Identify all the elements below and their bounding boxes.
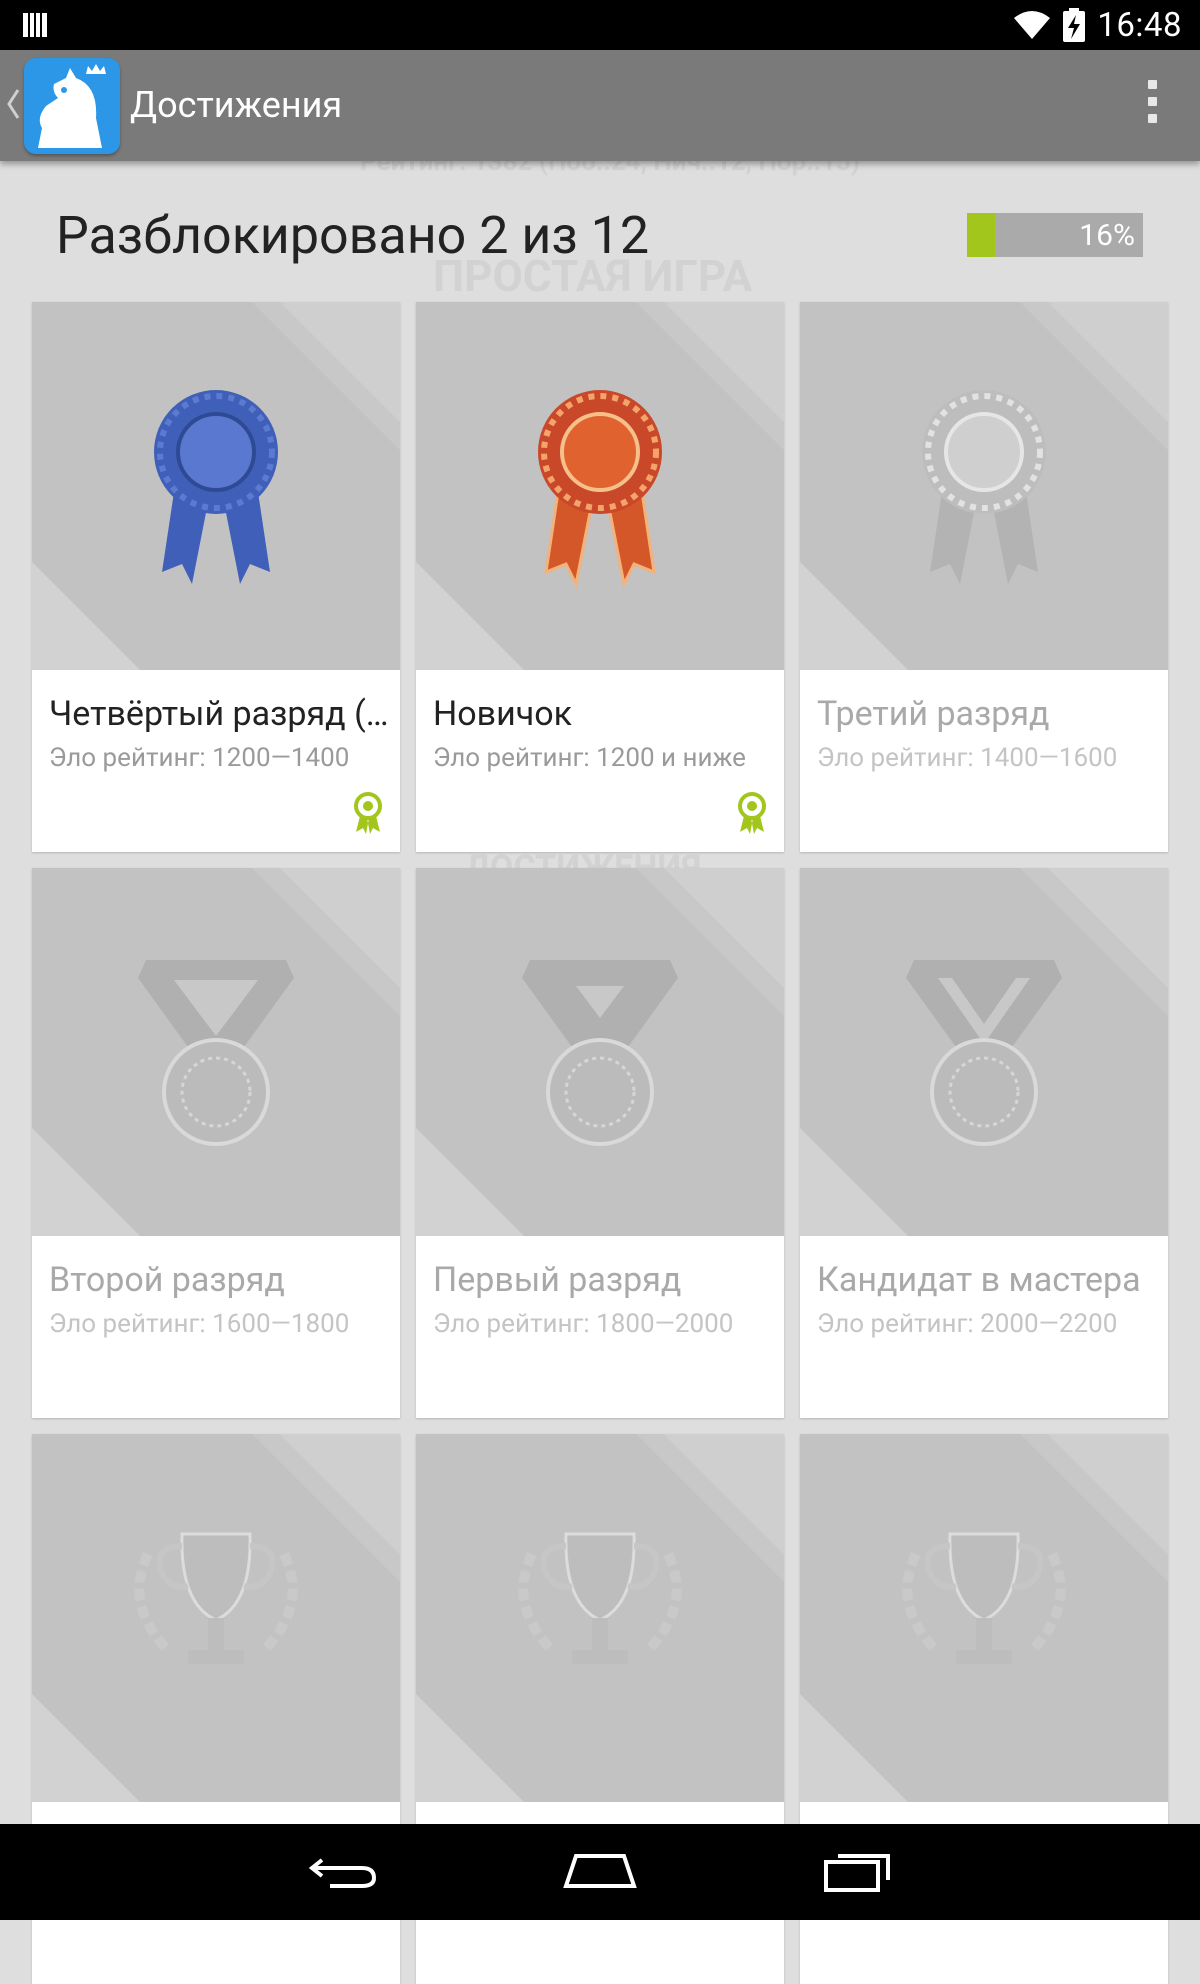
achievement-art xyxy=(416,1434,784,1802)
app-icon[interactable] xyxy=(24,58,120,154)
battery-charging-icon xyxy=(1063,8,1086,42)
achievement-art xyxy=(32,1434,400,1802)
recents-icon[interactable] xyxy=(822,1846,894,1896)
unlocked-badge-icon xyxy=(354,792,382,834)
achievement-name: Первый разряд xyxy=(433,1260,682,1300)
achievement-art xyxy=(800,868,1168,1236)
achievement-desc: Эло рейтинг: 1400—1600 xyxy=(817,743,1118,773)
achievement-name: Третий разряд xyxy=(817,694,1050,734)
overflow-menu-icon[interactable] xyxy=(1144,80,1160,132)
achievement-desc: Эло рейтинг: 1200 и ниже xyxy=(433,743,746,773)
status-bar: 16:48 xyxy=(0,0,1200,50)
up-caret-icon[interactable] xyxy=(6,88,20,120)
achievement-art xyxy=(32,302,400,670)
blue-rosette-icon xyxy=(154,390,278,584)
progress-fill xyxy=(967,213,996,257)
achievement-name: Новичок xyxy=(433,694,572,734)
progress-bar: 16% xyxy=(967,213,1143,257)
back-icon[interactable] xyxy=(308,1846,378,1896)
trophy-icon xyxy=(518,1532,682,1664)
rosette-icon xyxy=(922,390,1046,584)
medal-icon xyxy=(138,960,294,1146)
achievement-card[interactable]: Третий разряд Эло рейтинг: 1400—1600 xyxy=(800,302,1168,852)
action-bar: Достижения xyxy=(0,50,1200,161)
achievement-art xyxy=(800,302,1168,670)
wifi-icon xyxy=(1014,11,1051,39)
achievement-name: Кандидат в мастера xyxy=(817,1260,1141,1300)
achievement-desc: Эло рейтинг: 1600—1800 xyxy=(49,1309,350,1339)
progress-label: 16% xyxy=(1079,218,1135,253)
achievement-art xyxy=(416,302,784,670)
achievement-name: Четвёртый разряд (Эло 1200-1400) xyxy=(49,694,389,734)
medal-icon xyxy=(906,960,1062,1146)
clock: 16:48 xyxy=(1097,5,1182,45)
navigation-bar xyxy=(0,1824,1200,1920)
achievement-art xyxy=(416,868,784,1236)
achievement-art xyxy=(32,868,400,1236)
achievement-art xyxy=(800,1434,1168,1802)
orange-rosette-icon xyxy=(538,390,662,589)
medal-icon xyxy=(522,960,678,1146)
trophy-icon xyxy=(902,1532,1066,1664)
achievement-card[interactable]: Первый разряд Эло рейтинг: 1800—2000 xyxy=(416,868,784,1418)
trophy-icon xyxy=(134,1532,298,1664)
achievement-desc: Эло рейтинг: 2000—2200 xyxy=(817,1309,1118,1339)
page-title: Достижения xyxy=(130,84,343,126)
notification-icon xyxy=(23,12,47,38)
achievement-card[interactable]: Кандидат в мастера Эло рейтинг: 2000—220… xyxy=(800,868,1168,1418)
achievement-card[interactable]: Четвёртый разряд (Эло 1200-1400) Эло рей… xyxy=(32,302,400,852)
achievement-desc: Эло рейтинг: 1800—2000 xyxy=(433,1309,734,1339)
achievement-card[interactable]: Второй разряд Эло рейтинг: 1600—1800 xyxy=(32,868,400,1418)
unlocked-summary: Разблокировано 2 из 12 xyxy=(56,205,650,266)
achievement-desc: Эло рейтинг: 1200—1400 xyxy=(49,743,350,773)
unlocked-badge-icon xyxy=(738,792,766,834)
achievement-name: Второй разряд xyxy=(49,1260,285,1300)
achievement-card[interactable]: Новичок Эло рейтинг: 1200 и ниже xyxy=(416,302,784,852)
home-icon[interactable] xyxy=(562,1846,638,1896)
chess-knight-crown-icon xyxy=(38,64,106,148)
